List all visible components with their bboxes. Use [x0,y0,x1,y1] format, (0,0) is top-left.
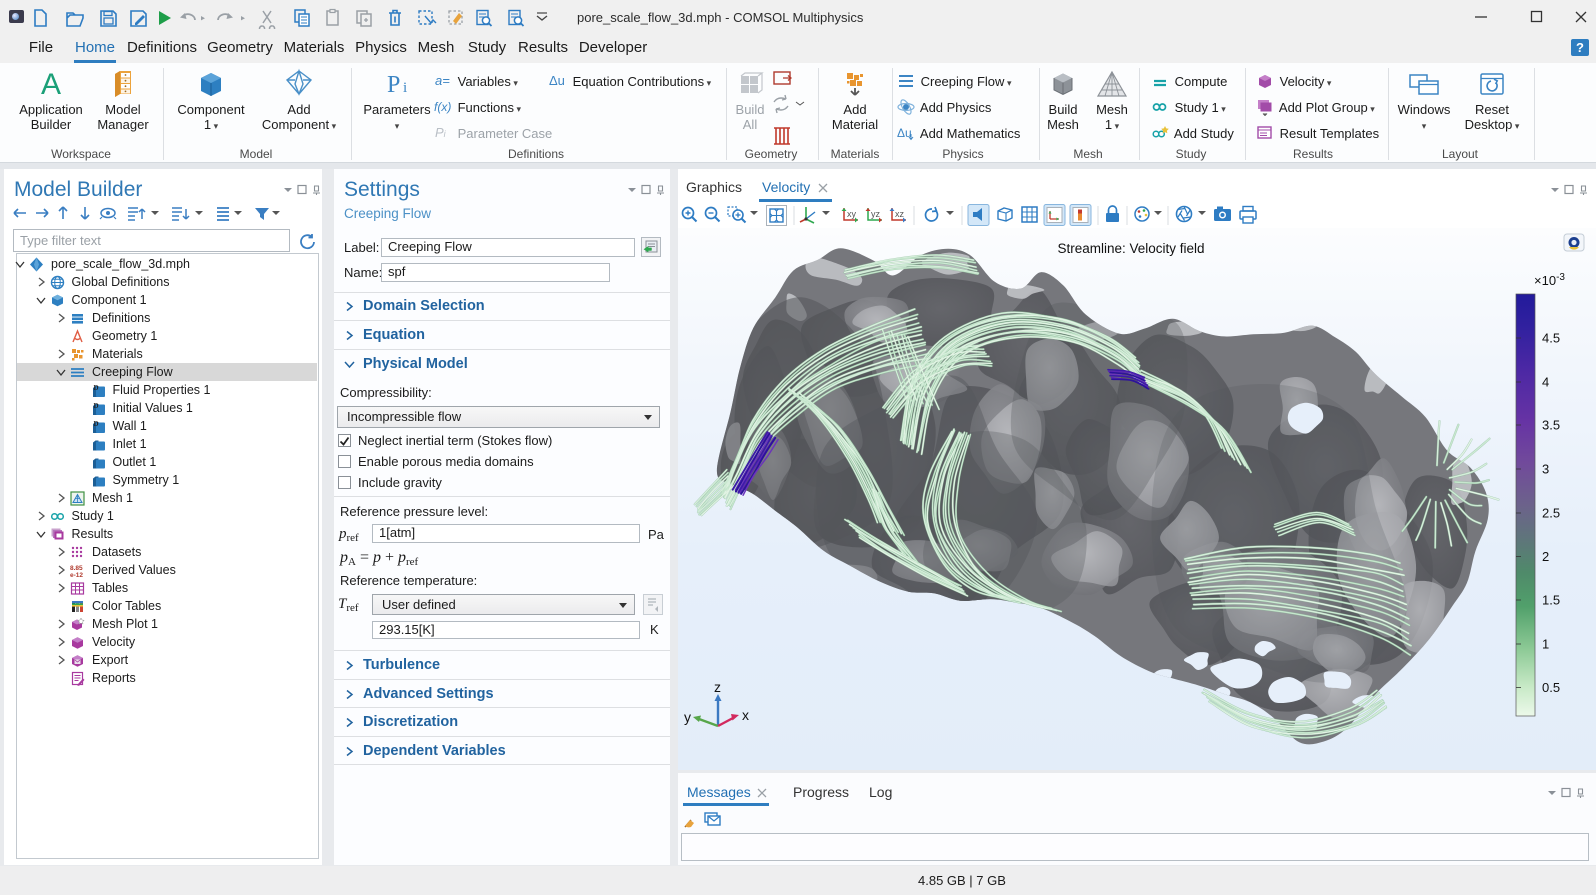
svg-text:f(x): f(x) [434,100,451,114]
svg-text:1.5: 1.5 [1542,593,1560,608]
svg-text:P: P [387,72,400,98]
svg-text:D: D [93,402,98,410]
svg-text:xy: xy [847,209,857,219]
svg-text:x: x [742,707,749,723]
svg-text:a=: a= [435,73,450,88]
svg-text:Δu: Δu [549,73,565,88]
svg-text:y: y [684,709,691,725]
svg-text:2.5: 2.5 [1542,506,1560,521]
svg-text:i: i [403,80,407,96]
svg-text:D: D [93,384,98,392]
svg-text:3: 3 [1542,462,1549,477]
svg-text:xz: xz [895,209,905,219]
svg-text:D: D [93,420,98,428]
svg-text:0.5: 0.5 [1542,680,1560,695]
svg-text:3.5: 3.5 [1542,418,1560,433]
svg-text:4.5: 4.5 [1542,331,1560,346]
svg-text:2: 2 [1542,549,1549,564]
svg-text:z: z [714,679,721,695]
svg-text:1: 1 [1542,637,1549,652]
svg-text:×10-3: ×10-3 [1534,272,1565,288]
svg-text:A: A [41,68,61,100]
svg-text:4: 4 [1542,375,1549,390]
svg-text:e-12: e-12 [70,572,83,578]
svg-text:Pi: Pi [435,125,447,140]
svg-text:8.85: 8.85 [70,565,83,572]
svg-text:Streamline: Velocity field: Streamline: Velocity field [1057,241,1204,256]
svg-text:yz: yz [871,209,881,219]
